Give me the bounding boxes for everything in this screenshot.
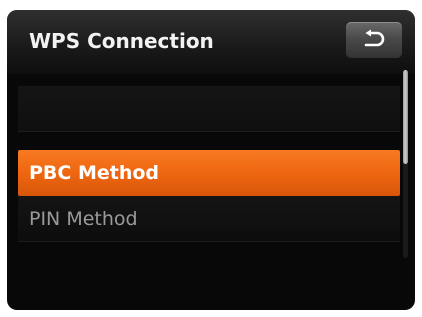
method-list: PBC Method PIN Method [18, 74, 400, 274]
menu-item-pbc-method[interactable]: PBC Method [18, 150, 400, 196]
back-button[interactable] [346, 22, 402, 58]
return-arrow-icon [364, 29, 385, 47]
scrollbar[interactable] [403, 70, 408, 258]
menu-item-pin-method[interactable]: PIN Method [18, 196, 400, 242]
page-title: WPS Connection [29, 29, 214, 53]
camera-screen: WPS Connection PBC Method PIN Method [7, 10, 415, 310]
header-bar: WPS Connection [7, 10, 415, 74]
list-item-blank[interactable] [18, 86, 400, 132]
scrollbar-thumb[interactable] [403, 70, 408, 164]
